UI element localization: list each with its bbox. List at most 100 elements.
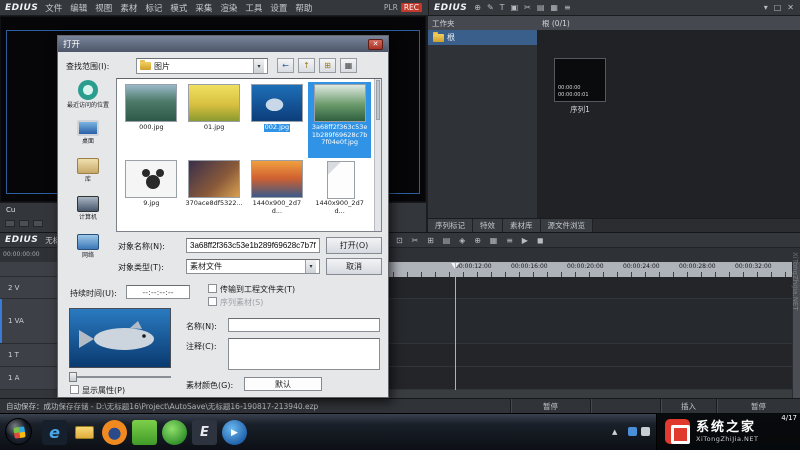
up-folder-button[interactable]: ↑ — [298, 58, 315, 73]
toolbar-icon[interactable]: ⊞ — [427, 236, 434, 245]
menu-icon[interactable]: ≡ — [564, 3, 571, 12]
maximize-icon[interactable]: □ — [774, 3, 782, 12]
sequence-clip-checkbox[interactable]: 序列素材(S) — [208, 297, 263, 308]
toolbar-icon[interactable]: ⊡ — [396, 236, 403, 245]
menu-tools[interactable]: 工具 — [245, 2, 262, 14]
chevron-down-icon[interactable]: ▾ — [305, 260, 316, 273]
close-panel-icon[interactable]: ✕ — [787, 3, 794, 12]
file-item[interactable]: 1440x900_2d7d... — [246, 158, 309, 234]
file-item[interactable]: 002.jpg — [246, 82, 309, 158]
firefox-icon[interactable] — [102, 420, 127, 445]
watermark-page-indicator: 4/17 — [781, 414, 797, 422]
new-folder-button[interactable]: ⊞ — [319, 58, 336, 73]
toolbar-icon[interactable]: ≡ — [506, 236, 513, 245]
place-recent[interactable]: 最近访问的位置 — [64, 80, 112, 110]
stop-icon[interactable]: ◼ — [537, 236, 544, 245]
edit-icon[interactable]: ✎ — [487, 3, 494, 12]
monitor-control-button[interactable] — [19, 220, 29, 227]
place-libraries[interactable]: 库 — [64, 158, 112, 184]
file-item[interactable]: 1440x900_2d7d... — [308, 158, 371, 234]
transfer-to-project-checkbox[interactable]: 传输到工程文件夹(T) — [208, 284, 295, 295]
tray-expand-icon[interactable]: ▲ — [612, 428, 617, 436]
duration-field[interactable]: --:--:--:-- — [126, 285, 190, 299]
checkbox-icon[interactable] — [208, 297, 217, 306]
tray-icon[interactable] — [641, 427, 650, 436]
preview-scrub-slider[interactable] — [69, 376, 171, 378]
checkbox-icon[interactable] — [208, 284, 217, 293]
back-button[interactable]: ← — [277, 58, 294, 73]
play-icon[interactable]: ▶ — [522, 236, 528, 245]
grid-view-icon[interactable]: ▦ — [550, 3, 558, 12]
tab-source-browser[interactable]: 源文件浏览 — [541, 219, 594, 232]
file-list-scrollbar[interactable] — [374, 79, 381, 231]
recorder-mode-button[interactable]: REC — [401, 3, 422, 12]
internet-explorer-icon[interactable]: e — [42, 420, 67, 445]
place-desktop[interactable]: 桌面 — [64, 120, 112, 146]
track-header-audio[interactable]: 1 A — [0, 367, 57, 390]
file-explorer-icon[interactable] — [72, 420, 97, 445]
bin-tree-item-root[interactable]: 根 — [428, 30, 537, 45]
menu-mode[interactable]: 模式 — [170, 2, 187, 14]
cut-icon[interactable]: ✂ — [524, 3, 531, 12]
name-input[interactable] — [228, 318, 380, 332]
file-item-selected[interactable]: 3a68ff2f363c53e1b289f69628c7b7f04e0f.jpg — [308, 82, 371, 158]
comment-input[interactable] — [228, 338, 380, 370]
place-network[interactable]: 网络 — [64, 234, 112, 260]
menu-settings[interactable]: 设置 — [270, 2, 287, 14]
cancel-button[interactable]: 取消 — [326, 258, 382, 275]
toolbar-icon[interactable]: ▦ — [490, 236, 498, 245]
default-color-button[interactable]: 默认 — [244, 377, 322, 391]
capture-icon[interactable]: ▣ — [511, 3, 519, 12]
add-clip-icon[interactable]: ⊕ — [474, 3, 481, 12]
menu-clip[interactable]: 素材 — [120, 2, 137, 14]
title-tool-icon[interactable]: T — [500, 3, 505, 12]
toolbar-icon[interactable]: ⊕ — [474, 236, 481, 245]
toolbar-icon[interactable]: ▤ — [443, 236, 451, 245]
track-header-va[interactable]: 1 VA — [0, 299, 57, 344]
green-round-app-icon[interactable] — [162, 420, 187, 445]
menu-help[interactable]: 帮助 — [295, 2, 312, 14]
menu-edit[interactable]: 编辑 — [70, 2, 87, 14]
track-header-video[interactable]: 2 V — [0, 277, 57, 299]
file-item[interactable]: 01.jpg — [183, 82, 246, 158]
file-item[interactable]: 000.jpg — [120, 82, 183, 158]
file-item[interactable]: 9.jpg — [120, 158, 183, 234]
slider-thumb[interactable] — [69, 372, 77, 382]
toolbar-icon[interactable]: ◈ — [459, 236, 465, 245]
menu-render[interactable]: 渲染 — [220, 2, 237, 14]
bin-clip-sequence[interactable]: 00:00:00 00:00:00:01 — [554, 58, 606, 102]
tab-effects[interactable]: 特效 — [473, 219, 503, 232]
open-button[interactable]: 打开(O) — [326, 237, 382, 254]
checkbox-icon[interactable] — [70, 385, 79, 394]
look-in-dropdown[interactable]: 图片 ▾ — [136, 58, 268, 74]
menu-capture[interactable]: 采集 — [195, 2, 212, 14]
tab-asset-library[interactable]: 素材库 — [503, 219, 541, 232]
show-properties-checkbox[interactable]: 显示属性(P) — [70, 385, 125, 396]
menu-marker[interactable]: 标记 — [145, 2, 162, 14]
edius-taskbar-icon[interactable]: E — [192, 420, 217, 445]
place-computer[interactable]: 计算机 — [64, 196, 112, 222]
player-mode-button[interactable]: PLR — [384, 3, 398, 12]
file-item[interactable]: 370ace8df5322... — [183, 158, 246, 234]
panel-dropdown-icon[interactable]: ▾ — [764, 3, 768, 12]
view-menu-button[interactable]: ▦ — [340, 58, 357, 73]
dialog-close-button[interactable]: ✕ — [368, 39, 383, 50]
monitor-control-button[interactable] — [5, 220, 15, 227]
start-button[interactable] — [5, 418, 32, 445]
chevron-down-icon[interactable]: ▾ — [253, 59, 264, 73]
file-type-dropdown[interactable]: 素材文件 ▾ — [186, 259, 320, 274]
scrollbar-thumb[interactable] — [376, 80, 380, 120]
playhead-line[interactable] — [455, 262, 456, 390]
menu-file[interactable]: 文件 — [45, 2, 62, 14]
cut-icon[interactable]: ✂ — [412, 236, 419, 245]
track-header-title[interactable]: 1 T — [0, 344, 57, 367]
monitor-control-button[interactable] — [33, 220, 43, 227]
tray-icon[interactable] — [628, 427, 637, 436]
tab-sequence-marker[interactable]: 序列标记 — [428, 219, 473, 232]
list-view-icon[interactable]: ▤ — [537, 3, 545, 12]
dialog-title-bar[interactable]: 打开 ✕ — [58, 36, 388, 52]
media-player-icon[interactable]: ▶ — [222, 420, 247, 445]
file-name-input[interactable] — [186, 238, 320, 253]
green-app-icon[interactable] — [132, 420, 157, 445]
menu-view[interactable]: 视图 — [95, 2, 112, 14]
